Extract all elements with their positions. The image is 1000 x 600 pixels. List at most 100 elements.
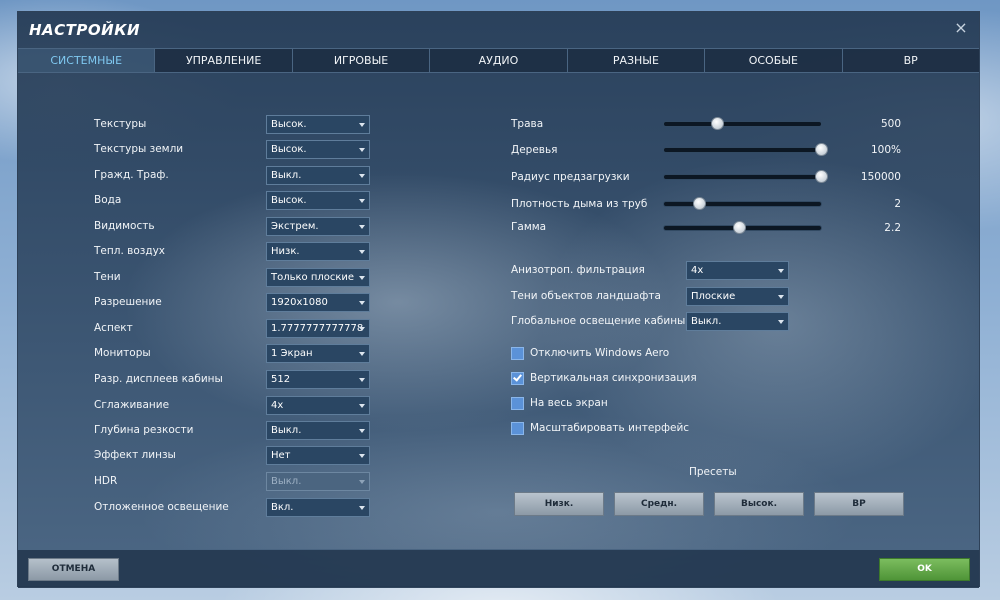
vsync-label: Вертикальная синхронизация bbox=[530, 372, 697, 384]
water-value: Высок. bbox=[271, 195, 307, 206]
vsync-checkbox[interactable] bbox=[511, 372, 524, 385]
water-label: Вода bbox=[94, 194, 122, 206]
aspect-select[interactable]: 1.7777777777778 bbox=[266, 319, 370, 338]
tab-system[interactable]: СИСТЕМНЫЕ bbox=[18, 49, 156, 72]
cockpit-display-res-label: Разр. дисплеев кабины bbox=[94, 373, 223, 385]
resolution-label: Разрешение bbox=[94, 296, 162, 308]
terrain-textures-label: Текстуры земли bbox=[94, 143, 184, 155]
aspect-value: 1.7777777777778 bbox=[271, 323, 364, 334]
trees-slider[interactable] bbox=[663, 143, 828, 156]
chevron-down-icon bbox=[359, 378, 365, 382]
grass-slider-thumb[interactable] bbox=[711, 117, 725, 130]
lens-effect-value: Нет bbox=[271, 450, 291, 461]
close-icon[interactable]: × bbox=[952, 18, 970, 38]
resolution-select[interactable]: 1920x1080 bbox=[266, 293, 370, 312]
chevron-down-icon bbox=[359, 276, 365, 280]
chimney-smoke-value: 2 bbox=[894, 198, 901, 210]
preload-radius-slider[interactable] bbox=[663, 170, 828, 183]
trees-label: Деревья bbox=[511, 144, 558, 156]
grass-slider[interactable] bbox=[663, 117, 822, 130]
monitors-label: Мониторы bbox=[94, 347, 151, 359]
water-select[interactable]: Высок. bbox=[266, 191, 370, 210]
civil-traffic-select[interactable]: Выкл. bbox=[266, 166, 370, 185]
gamma-slider-thumb[interactable] bbox=[733, 221, 747, 234]
gamma-label: Гамма bbox=[511, 221, 547, 233]
chimney-smoke-slider[interactable] bbox=[663, 197, 822, 210]
lens-effect-select[interactable]: Нет bbox=[266, 446, 370, 465]
monitors-value: 1 Экран bbox=[271, 348, 313, 359]
cockpit-gi-select[interactable]: Выкл. bbox=[686, 312, 789, 331]
chevron-down-icon bbox=[359, 327, 365, 331]
preset-high-button[interactable]: Высок. bbox=[714, 492, 804, 516]
terrain-textures-select[interactable]: Высок. bbox=[266, 140, 370, 159]
chevron-down-icon bbox=[778, 320, 784, 324]
fullscreen-label: На весь экран bbox=[530, 397, 608, 409]
shadows-value: Только плоские bbox=[271, 272, 355, 283]
settings-dialog: НАСТРОЙКИ × СИСТЕМНЫЕ УПРАВЛЕНИЕ ИГРОВЫЕ… bbox=[17, 11, 980, 588]
scale-ui-checkbox[interactable] bbox=[511, 422, 524, 435]
terrain-object-shadows-value: Плоские bbox=[691, 291, 736, 302]
terrain-object-shadows-label: Тени объектов ландшафта bbox=[511, 290, 661, 302]
gamma-slider[interactable] bbox=[663, 221, 822, 234]
visibility-select[interactable]: Экстрем. bbox=[266, 217, 370, 236]
trees-slider-thumb[interactable] bbox=[815, 143, 828, 156]
tab-controls[interactable]: УПРАВЛЕНИЕ bbox=[155, 49, 293, 72]
chevron-down-icon bbox=[359, 174, 365, 178]
antialiasing-select[interactable]: 4x bbox=[266, 396, 370, 415]
chevron-down-icon bbox=[359, 250, 365, 254]
chevron-down-icon bbox=[359, 404, 365, 408]
cockpit-display-res-select[interactable]: 512 bbox=[266, 370, 370, 389]
depth-of-field-label: Глубина резкости bbox=[94, 424, 194, 436]
cockpit-gi-label: Глобальное освещение кабины bbox=[511, 315, 686, 327]
chevron-down-icon bbox=[359, 429, 365, 433]
textures-value: Высок. bbox=[271, 119, 307, 130]
preload-radius-value: 150000 bbox=[860, 171, 901, 183]
depth-of-field-value: Выкл. bbox=[271, 425, 302, 436]
chimney-smoke-slider-thumb[interactable] bbox=[692, 197, 706, 210]
chevron-down-icon bbox=[778, 295, 784, 299]
fullscreen-checkbox[interactable] bbox=[511, 397, 524, 410]
disable-aero-checkbox[interactable] bbox=[511, 347, 524, 360]
preset-low-button[interactable]: Низк. bbox=[514, 492, 604, 516]
hdr-label: HDR bbox=[94, 475, 118, 487]
chevron-down-icon bbox=[359, 148, 365, 152]
depth-of-field-select[interactable]: Выкл. bbox=[266, 421, 370, 440]
checkmark-icon bbox=[513, 372, 522, 382]
shadows-select[interactable]: Только плоские bbox=[266, 268, 370, 287]
anisotropic-select[interactable]: 4x bbox=[686, 261, 789, 280]
heat-blur-label: Тепл. воздух bbox=[94, 245, 166, 257]
tab-gameplay[interactable]: ИГРОВЫЕ bbox=[292, 49, 431, 72]
tab-misc[interactable]: РАЗНЫЕ bbox=[567, 49, 706, 72]
chevron-down-icon bbox=[359, 480, 365, 484]
shadows-label: Тени bbox=[94, 271, 121, 283]
monitors-select[interactable]: 1 Экран bbox=[266, 344, 370, 363]
resolution-value: 1920x1080 bbox=[271, 297, 328, 308]
grass-value: 500 bbox=[880, 118, 901, 130]
trees-value: 100% bbox=[870, 144, 901, 156]
disable-aero-label: Отключить Windows Aero bbox=[530, 347, 670, 359]
anisotropic-label: Анизотроп. фильтрация bbox=[511, 264, 645, 276]
preload-radius-label: Радиус предзагрузки bbox=[511, 171, 630, 183]
cockpit-display-res-value: 512 bbox=[271, 374, 291, 385]
cancel-button[interactable]: ОТМЕНА bbox=[28, 558, 119, 581]
anisotropic-value: 4x bbox=[691, 265, 704, 276]
preload-radius-slider-thumb[interactable] bbox=[815, 170, 828, 183]
preset-medium-button[interactable]: Средн. bbox=[614, 492, 704, 516]
tab-vr[interactable]: ВР bbox=[842, 49, 979, 72]
cockpit-gi-value: Выкл. bbox=[691, 316, 722, 327]
grass-label: Трава bbox=[511, 118, 544, 130]
aspect-label: Аспект bbox=[94, 322, 133, 334]
heat-blur-select[interactable]: Низк. bbox=[266, 242, 370, 261]
chevron-down-icon bbox=[359, 454, 365, 458]
tab-audio[interactable]: АУДИО bbox=[430, 49, 568, 72]
deferred-lighting-select[interactable]: Вкл. bbox=[266, 498, 370, 517]
chevron-down-icon bbox=[778, 269, 784, 273]
terrain-object-shadows-select[interactable]: Плоские bbox=[686, 287, 789, 306]
ok-button[interactable]: OK bbox=[879, 558, 970, 581]
preset-vr-button[interactable]: ВР bbox=[814, 492, 904, 516]
textures-select[interactable]: Высок. bbox=[266, 115, 370, 134]
hdr-value: Выкл. bbox=[271, 476, 302, 487]
chevron-down-icon bbox=[359, 225, 365, 229]
visibility-label: Видимость bbox=[94, 220, 155, 232]
tab-special[interactable]: ОСОБЫЕ bbox=[705, 49, 843, 72]
